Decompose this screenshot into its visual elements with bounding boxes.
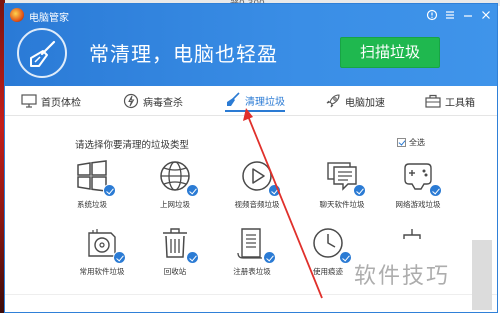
watermark-text: 软件技巧 [354, 264, 451, 289]
